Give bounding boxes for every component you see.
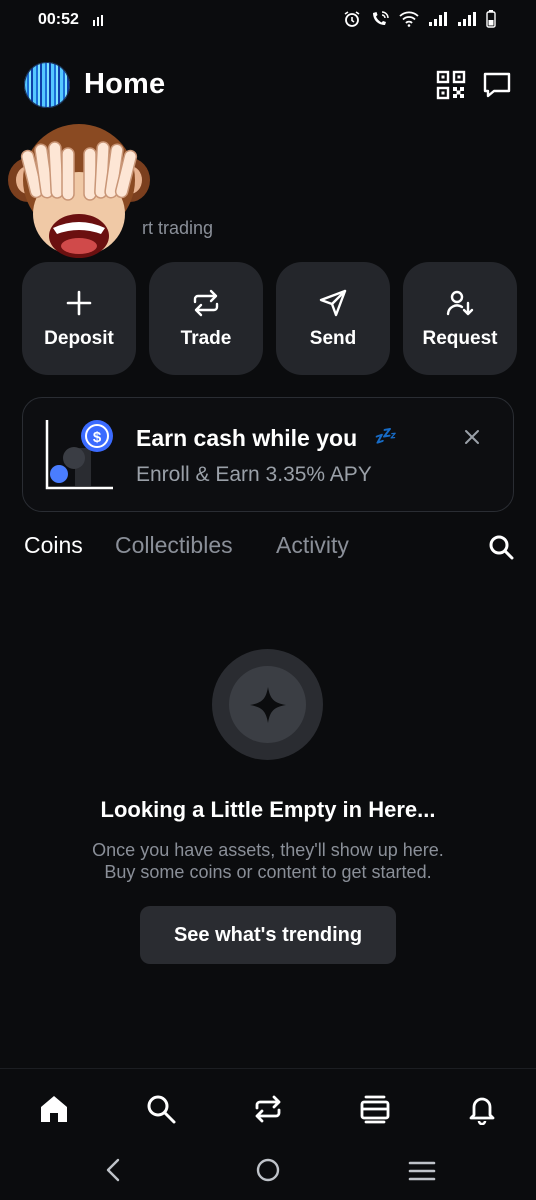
data-activity-icon xyxy=(93,15,103,26)
screen: 00:52 Home rt trading Deposit Trade Send… xyxy=(0,0,536,1200)
avatar[interactable] xyxy=(24,62,70,108)
wifi-icon xyxy=(399,11,419,27)
empty-state-title: Looking a Little Empty in Here... xyxy=(100,797,436,822)
header: Home xyxy=(24,60,512,110)
send-icon xyxy=(319,289,347,316)
plus-icon xyxy=(66,290,92,315)
nav-cards-icon[interactable] xyxy=(359,1093,391,1125)
promo-subtitle: Enroll & Earn 3.35% APY xyxy=(136,463,372,486)
empty-state-text-1: Once you have assets, they'll show up he… xyxy=(92,840,444,860)
nav-swap-icon[interactable] xyxy=(252,1093,284,1125)
bottom-nav xyxy=(0,1068,536,1148)
request-button[interactable]: Request xyxy=(403,262,517,375)
trade-button[interactable]: Trade xyxy=(149,262,263,375)
see-trending-button[interactable]: See what's trending xyxy=(140,906,396,964)
zzz-icon: 💤 xyxy=(373,426,396,446)
earn-promo-card[interactable]: $ Earn cash while you 💤 Enroll & Earn 3.… xyxy=(22,397,514,512)
see-no-evil-monkey-icon xyxy=(8,124,150,258)
signal-icon-2 xyxy=(458,12,476,26)
send-button[interactable]: Send xyxy=(276,262,390,375)
swap-icon xyxy=(193,289,219,316)
close-icon[interactable] xyxy=(463,428,481,446)
asset-tabs: Coins Collectibles Activity xyxy=(24,530,514,564)
usdc-chart-icon: $ xyxy=(45,420,113,490)
signal-icon xyxy=(429,12,447,26)
send-label: Send xyxy=(309,327,357,349)
status-icons xyxy=(343,10,496,28)
page-title: Home xyxy=(84,68,166,100)
deposit-button[interactable]: Deposit xyxy=(22,262,136,375)
empty-state-text-2: Buy some coins or content to get started… xyxy=(104,862,432,882)
quick-actions: Deposit Trade Send Request xyxy=(22,262,517,375)
status-time: 00:52 xyxy=(38,11,79,28)
tab-coins[interactable]: Coins xyxy=(24,532,83,559)
status-bar: 00:52 xyxy=(0,0,536,44)
search-icon[interactable] xyxy=(488,534,514,560)
deposit-label: Deposit xyxy=(44,327,114,349)
nav-search-icon[interactable] xyxy=(145,1093,177,1125)
tab-collectibles[interactable]: Collectibles xyxy=(115,532,233,559)
wifi-call-icon xyxy=(373,11,389,25)
tab-activity[interactable]: Activity xyxy=(276,532,349,559)
promo-title: Earn cash while you xyxy=(136,425,358,451)
back-icon[interactable] xyxy=(102,1158,126,1182)
battery-icon xyxy=(486,10,496,28)
qr-code-icon[interactable] xyxy=(436,70,466,100)
notifications-bell-icon[interactable] xyxy=(466,1093,498,1125)
home-icon[interactable] xyxy=(38,1093,70,1125)
request-icon xyxy=(446,290,474,315)
svg-text:$: $ xyxy=(93,429,102,446)
system-navigation xyxy=(0,1148,536,1200)
trade-label: Trade xyxy=(180,327,232,349)
recents-icon[interactable] xyxy=(408,1160,436,1182)
alarm-icon xyxy=(344,11,360,27)
request-label: Request xyxy=(422,327,498,349)
empty-state-illustration xyxy=(212,649,323,760)
sparkle-icon xyxy=(249,686,286,723)
empty-state-inner xyxy=(229,666,306,743)
chat-icon[interactable] xyxy=(482,70,512,100)
system-home-icon[interactable] xyxy=(256,1158,280,1182)
